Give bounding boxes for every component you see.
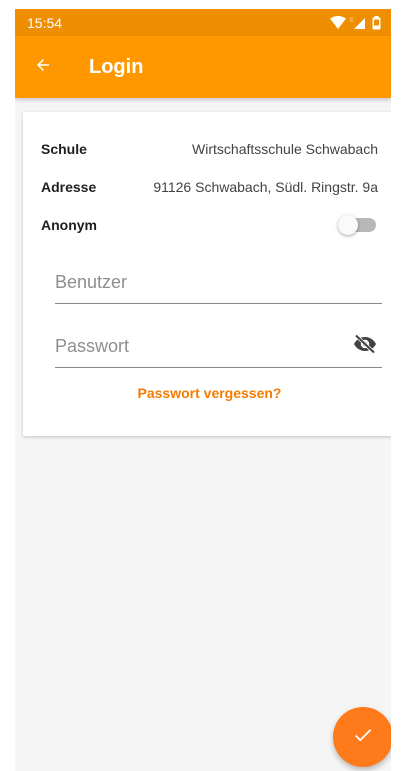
status-time: 15:54	[27, 14, 63, 31]
back-button[interactable]	[15, 39, 71, 95]
signal-icon: E	[350, 16, 368, 29]
username-input[interactable]	[55, 267, 335, 297]
login-card: Schule Wirtschaftsschule Schwabach Adres…	[23, 112, 391, 436]
address-value: 91126 Schwabach, Südl. Ringstr. 9a	[153, 179, 378, 195]
wifi-icon	[330, 16, 346, 29]
anonymous-toggle[interactable]	[338, 215, 376, 235]
app-bar: Login	[15, 36, 391, 98]
status-bar: 15:54 E	[15, 9, 391, 36]
check-icon	[352, 724, 374, 751]
school-value: Wirtschaftsschule Schwabach	[192, 141, 378, 157]
svg-text:E: E	[350, 18, 354, 24]
toggle-knob	[338, 215, 358, 235]
password-input[interactable]	[55, 331, 335, 361]
app-screen: 15:54 E Login Schule Wirtschaftsschule S…	[15, 9, 391, 771]
password-field[interactable]	[55, 331, 382, 368]
school-label: Schule	[41, 141, 87, 157]
eye-off-icon	[353, 333, 377, 359]
arrow-back-icon	[34, 56, 52, 79]
confirm-fab[interactable]	[333, 707, 391, 767]
page-title: Login	[89, 55, 144, 78]
forgot-password-link[interactable]: Passwort vergessen?	[23, 385, 391, 401]
address-label: Adresse	[41, 179, 97, 195]
address-row: Adresse 91126 Schwabach, Südl. Ringstr. …	[41, 177, 378, 197]
school-row: Schule Wirtschaftsschule Schwabach	[41, 139, 378, 159]
password-visibility-toggle[interactable]	[352, 333, 378, 359]
battery-icon	[372, 15, 381, 30]
anonymous-row: Anonym	[41, 215, 378, 235]
status-icons: E	[330, 15, 381, 30]
anonymous-label: Anonym	[41, 217, 97, 233]
username-field[interactable]	[55, 267, 382, 304]
